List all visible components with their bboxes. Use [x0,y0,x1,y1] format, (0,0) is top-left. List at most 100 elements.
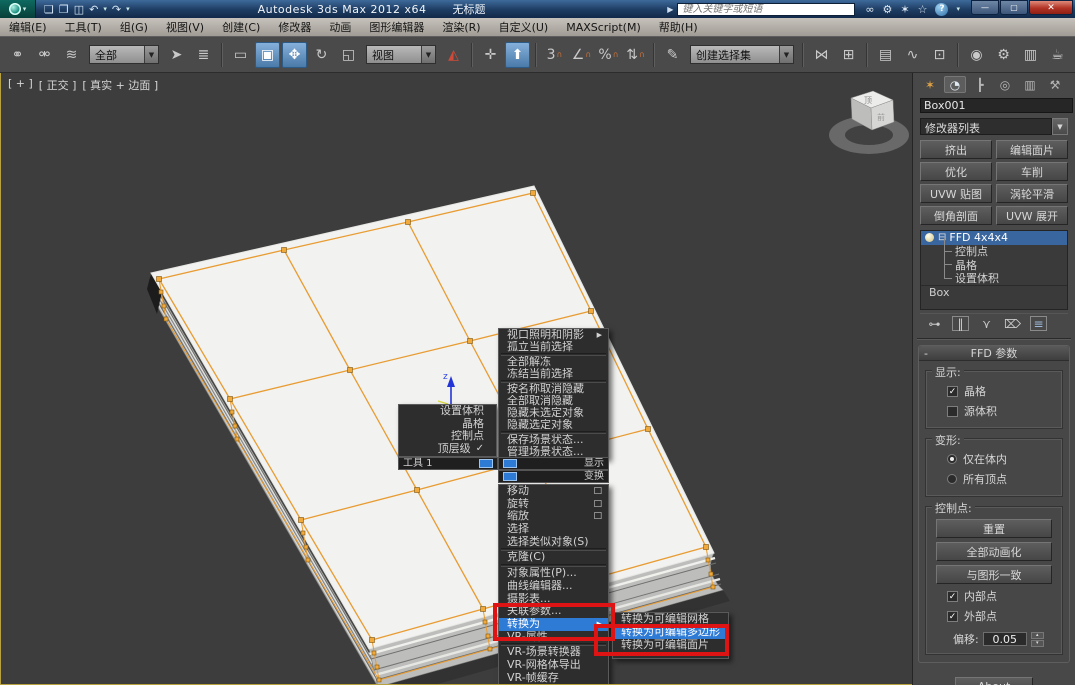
menu-graph-editors[interactable]: 图形编辑器 [360,18,433,36]
window-crossing-toggle-button[interactable]: ▣ [255,41,280,68]
make-unique-button[interactable]: ⋎ [978,316,995,331]
edit-patch-button[interactable]: 编辑面片 [996,140,1068,159]
open-file-button[interactable]: ❐ [59,3,69,16]
use-pivot-point-center-button[interactable]: ◭ [441,42,466,68]
uvw-map-button[interactable]: UVW 贴图 [920,184,992,203]
menu-group[interactable]: 组(G) [111,18,157,36]
unlink-selection-button[interactable]: ⚮ [32,42,57,68]
about-button[interactable]: About [955,677,1033,685]
layer-manager-button[interactable]: ▤ [873,42,898,68]
redo-button[interactable]: ↷ [112,3,121,16]
modifier-list-dropdown[interactable]: 修改器列表 ▼ [920,118,1068,135]
lathe-button[interactable]: 车削 [996,162,1068,181]
mirror-button[interactable]: ⋈ [809,42,834,68]
pin-stack-button[interactable]: ⊶ [926,316,943,331]
menu-item-freeze-selection[interactable]: 冻结当前选择 [499,368,608,380]
menu-item-rotate[interactable]: 旋转 □ [499,498,608,511]
select-and-move-button[interactable]: ✥ [282,41,307,68]
menu-item-unfreeze-all[interactable]: 全部解冻 [499,356,608,368]
menu-edit[interactable]: 编辑(E) [0,18,56,36]
menu-item-isolate-selection[interactable]: 孤立当前选择 [499,341,608,353]
help-icon[interactable]: ? [935,2,949,16]
menu-rendering[interactable]: 渲染(R) [433,18,489,36]
undo-button[interactable]: ↶ [89,3,98,16]
view-cube[interactable]: 顶 前 [829,90,909,154]
wrench-icon[interactable]: ⚙ [883,3,893,16]
favorites-star-icon[interactable]: ☆ [918,3,928,16]
tab-hierarchy[interactable]: ┣ [969,76,991,93]
unwrap-uvw-button[interactable]: UVW 展开 [996,206,1068,225]
maximize-button[interactable]: ▢ [1000,0,1028,15]
minimize-button[interactable]: — [971,0,999,15]
material-editor-button[interactable]: ◉ [964,42,989,68]
extrude-button[interactable]: 挤出 [920,140,992,159]
animate-all-button[interactable]: 全部动画化 [936,542,1052,561]
infocenter-search-input[interactable] [677,2,856,16]
infocenter-arrow-icon[interactable]: ▶ [663,5,677,14]
menu-item-object-properties[interactable]: 对象属性(P)... [499,567,608,580]
select-and-rotate-button[interactable]: ↻ [309,42,334,68]
edit-named-selection-sets-button[interactable]: ✎ [660,42,685,68]
new-file-button[interactable]: ❏ [44,3,54,16]
stack-item-box[interactable]: Box [921,285,1067,299]
menu-tools[interactable]: 工具(T) [56,18,111,36]
snaps-toggle-button[interactable]: 3 ∩ [542,42,567,68]
tab-motion[interactable]: ◎ [994,76,1016,93]
menu-item-scale[interactable]: 缩放 □ [499,510,608,523]
menu-item-hide-unselected[interactable]: 隐藏未选定对象 [499,407,608,419]
all-vertices-radio-row[interactable]: 所有顶点 [947,471,1057,487]
render-production-button[interactable]: ☕ [1045,42,1070,68]
outside-points-checkbox-row[interactable]: ✓ 外部点 [947,608,1057,624]
remove-modifier-button[interactable]: ⌦ [1004,316,1021,331]
reference-coordinate-dropdown[interactable]: 视图 ▼ [366,45,436,64]
undo-dropdown-icon[interactable]: ▾ [103,5,107,13]
bind-to-space-warp-button[interactable]: ≋ [59,42,84,68]
spinner-snap-toggle-button[interactable]: ⇅ ∩ [623,42,648,68]
lattice-checkbox-row[interactable]: ✓ 晶格 [947,383,1057,399]
menu-item-unhide-all[interactable]: 全部取消隐藏 [499,395,608,407]
select-object-button[interactable]: ➤ [164,42,189,68]
save-file-button[interactable]: ◫ [74,3,84,16]
menu-item-vr-mesh-export[interactable]: VR-网格体导出 [499,659,608,672]
menu-item-save-scene-state[interactable]: 保存场景状态... [499,434,608,446]
stack-subitem-set-volume[interactable]: 设置体积 [921,264,1067,285]
turbosmooth-button[interactable]: 涡轮平滑 [996,184,1068,203]
menu-item-unhide-by-name[interactable]: 按名称取消隐藏 [499,383,608,395]
select-and-manipulate-button[interactable]: ✛ [478,42,503,68]
curve-editor-button[interactable]: ∿ [900,42,925,68]
tab-utilities[interactable]: ⚒ [1044,76,1066,93]
menu-help[interactable]: 帮助(H) [650,18,707,36]
viewport-label[interactable]: [ + ] [ 正交 ] [ 真实 + 边面 ] [8,77,158,93]
menu-item-clone[interactable]: 克隆(C) [499,551,608,564]
inside-points-checkbox-row[interactable]: ✓ 内部点 [947,588,1057,604]
tab-create[interactable]: ✶ [919,76,941,93]
quad-title-transform[interactable]: 变换 [498,470,609,483]
only-in-volume-radio-row[interactable]: 仅在体内 [947,451,1057,467]
bevel-profile-button[interactable]: 倒角剖面 [920,206,992,225]
menu-item-move[interactable]: 移动 □ [499,485,608,498]
radio-unselected-icon[interactable] [947,474,957,484]
settings-box-icon[interactable]: □ [593,498,602,511]
tab-modify[interactable]: ◔ [944,76,966,93]
menu-item-lattice[interactable]: 晶格 [399,418,496,431]
select-and-link-button[interactable]: ⚭ [5,42,30,68]
close-button[interactable]: ✕ [1029,0,1073,15]
menu-item-select-similar[interactable]: 选择类似对象(S) [499,536,608,549]
offset-value-field[interactable]: 0.05 [982,632,1027,646]
select-by-name-button[interactable]: ≣ [191,42,216,68]
menu-item-set-volume[interactable]: 设置体积 [399,405,496,418]
communication-center-icon[interactable]: ✶ [900,3,909,16]
menu-customize[interactable]: 自定义(U) [490,18,558,36]
selection-filter-dropdown[interactable]: 全部 ▼ [89,45,159,64]
optimize-button[interactable]: 优化 [920,162,992,181]
configure-modifier-sets-button[interactable]: ≡ [1030,316,1047,331]
render-setup-button[interactable]: ⚙ [991,42,1016,68]
rendered-frame-window-button[interactable]: ▥ [1018,42,1043,68]
stack-item-ffd[interactable]: ⊟ FFD 4x4x4 [921,231,1067,245]
rectangular-selection-region-button[interactable]: ▭ [228,42,253,68]
menu-create[interactable]: 创建(C) [213,18,269,36]
schematic-view-button[interactable]: ⊡ [927,42,952,68]
angle-snap-toggle-button[interactable]: ∠ ∩ [569,42,594,68]
menu-views[interactable]: 视图(V) [157,18,213,36]
show-end-result-button[interactable]: ‖ [952,316,969,331]
